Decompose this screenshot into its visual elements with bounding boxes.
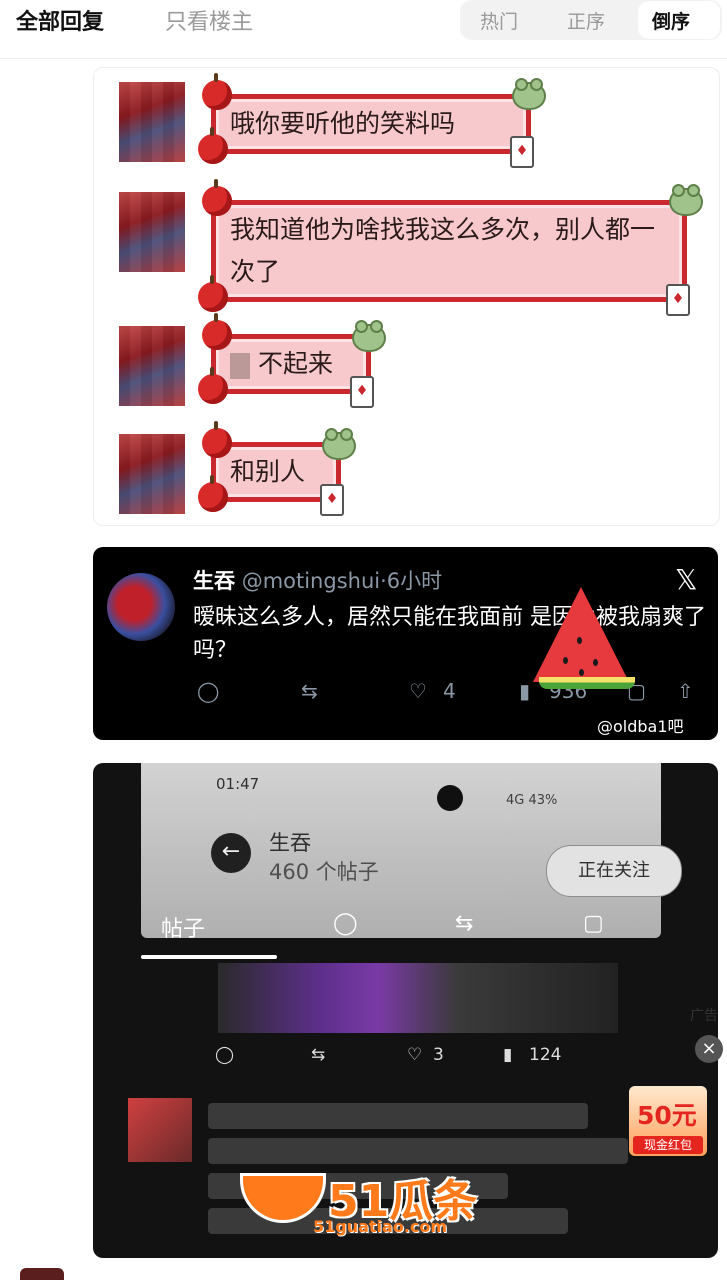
chat-message-text: 哦你要听他的笑料吗 [230, 109, 456, 138]
apple-icon [202, 179, 232, 216]
chat-message-text: 和别人 [230, 457, 306, 486]
reply-icon[interactable]: ◯ [197, 679, 219, 703]
watermelon-logo-icon [240, 1173, 326, 1223]
tab-underline [141, 955, 277, 959]
seed [577, 637, 582, 644]
avatar [107, 573, 175, 641]
like-count: 4 [443, 679, 456, 703]
ad-label: 广告 [690, 1008, 718, 1024]
avatar [119, 82, 185, 162]
views-icon[interactable]: ▮ [519, 679, 530, 703]
avatar [119, 326, 185, 406]
divider [0, 58, 727, 59]
frog-icon [352, 320, 386, 352]
sort-ascending[interactable]: 正序 [567, 7, 605, 34]
watermelon-rind [539, 677, 635, 689]
tab-owner-only[interactable]: 只看楼主 [165, 4, 253, 36]
chat-screenshot-card[interactable]: 哦你要听他的笑料吗 ♦ 我知道他为啥找我这么多次，别人都一次了 ♦ 不起来 ♦ … [93, 67, 720, 526]
sort-segmented-control: 热门 正序 倒序 [460, 0, 722, 40]
apple-icon [202, 421, 232, 458]
ad-subtitle: 现金红包 [633, 1136, 703, 1154]
back-arrow-icon: ← [211, 833, 251, 873]
watermark-text: @oldba1吧 [597, 717, 684, 736]
sort-hot[interactable]: 热门 [480, 7, 518, 34]
apple-icon [198, 367, 228, 404]
replies-tab-icon: ◯ [333, 911, 358, 936]
chat-bubble: 我知道他为啥找我这么多次，别人都一次了 [211, 200, 687, 302]
watermelon-sticker [533, 587, 629, 682]
apple-icon [202, 73, 232, 110]
like-count: 3 [433, 1045, 444, 1065]
card-icon: ♦ [350, 376, 374, 408]
status-bar-info: 4G 43% [506, 793, 558, 808]
author-handle: @motingshui·6小时 [241, 569, 443, 593]
tweet-author: 生吞 @motingshui·6小时 [193, 565, 442, 595]
camera-notch [437, 785, 463, 811]
like-icon: ♡ [407, 1045, 423, 1065]
blurred-text [208, 1103, 588, 1129]
retweets-tab-icon: ⇆ [455, 911, 474, 936]
red-packet-ad[interactable]: 50元 现金红包 [629, 1086, 707, 1156]
apple-icon [202, 313, 232, 350]
site-logo: 51瓜条 51guatiao.com [238, 1165, 498, 1236]
like-icon[interactable]: ♡ [409, 679, 427, 703]
profile-tabs: 帖子 ◯ ⇆ ▢ [133, 903, 693, 963]
x-logo-icon: 𝕏 [675, 563, 698, 596]
retweet-icon: ⇆ [311, 1045, 326, 1065]
ad-amount: 50元 [637, 1101, 697, 1130]
chat-message-text: 我知道他为啥找我这么多次，别人都一次了 [230, 215, 656, 286]
apple-icon [198, 127, 228, 164]
logo-url: 51guatiao.com [313, 1217, 448, 1236]
tweet-text: 暧昧这么多人，居然只能在我面前 是因为被我扇爽了吗？ [193, 605, 706, 663]
tab-posts: 帖子 [161, 917, 206, 942]
card-icon: ♦ [666, 284, 690, 316]
frog-icon [669, 184, 703, 216]
retweet-icon[interactable]: ⇆ [301, 679, 318, 703]
post-media-image [218, 963, 618, 1033]
profile-name: 生吞 [269, 831, 311, 855]
author-name: 生吞 [193, 569, 235, 593]
redacted-block [230, 352, 250, 379]
blurred-text [208, 1138, 628, 1164]
reply-icon: ◯ [215, 1045, 235, 1065]
sort-descending[interactable]: 倒序 [652, 7, 690, 34]
seed [579, 669, 584, 676]
avatar [119, 434, 185, 514]
post-count: 460 个帖子 [269, 860, 379, 884]
tweet-screenshot-card[interactable]: 生吞 @motingshui·6小时 𝕏 暧昧这么多人，居然只能在我面前 是因为… [93, 547, 718, 740]
following-button: 正在关注 [546, 845, 682, 897]
chat-message-text: 不起来 [257, 349, 333, 378]
blurred-avatar [128, 1098, 192, 1162]
next-avatar [20, 1268, 64, 1280]
apple-icon [198, 475, 228, 512]
status-time: 01:47 [216, 775, 260, 793]
views-icon: ▮ [503, 1045, 513, 1065]
chat-bubble: 哦你要听他的笑料吗 [211, 94, 531, 154]
frog-icon [512, 78, 546, 110]
share-icon[interactable]: ⇧ [677, 679, 694, 703]
seed [563, 657, 568, 664]
avatar [119, 192, 185, 272]
frog-icon [322, 428, 356, 460]
chat-bubble: 不起来 [211, 334, 371, 394]
views-count: 124 [529, 1045, 562, 1065]
tab-all-replies[interactable]: 全部回复 [16, 4, 104, 36]
reply-filter-bar: 全部回复 只看楼主 热门 正序 倒序 [0, 0, 727, 50]
seed [593, 659, 598, 666]
close-icon[interactable]: × [695, 1035, 723, 1063]
apple-icon [198, 275, 228, 312]
card-icon: ♦ [320, 484, 344, 516]
card-icon: ♦ [510, 136, 534, 168]
media-tab-icon: ▢ [583, 911, 604, 936]
